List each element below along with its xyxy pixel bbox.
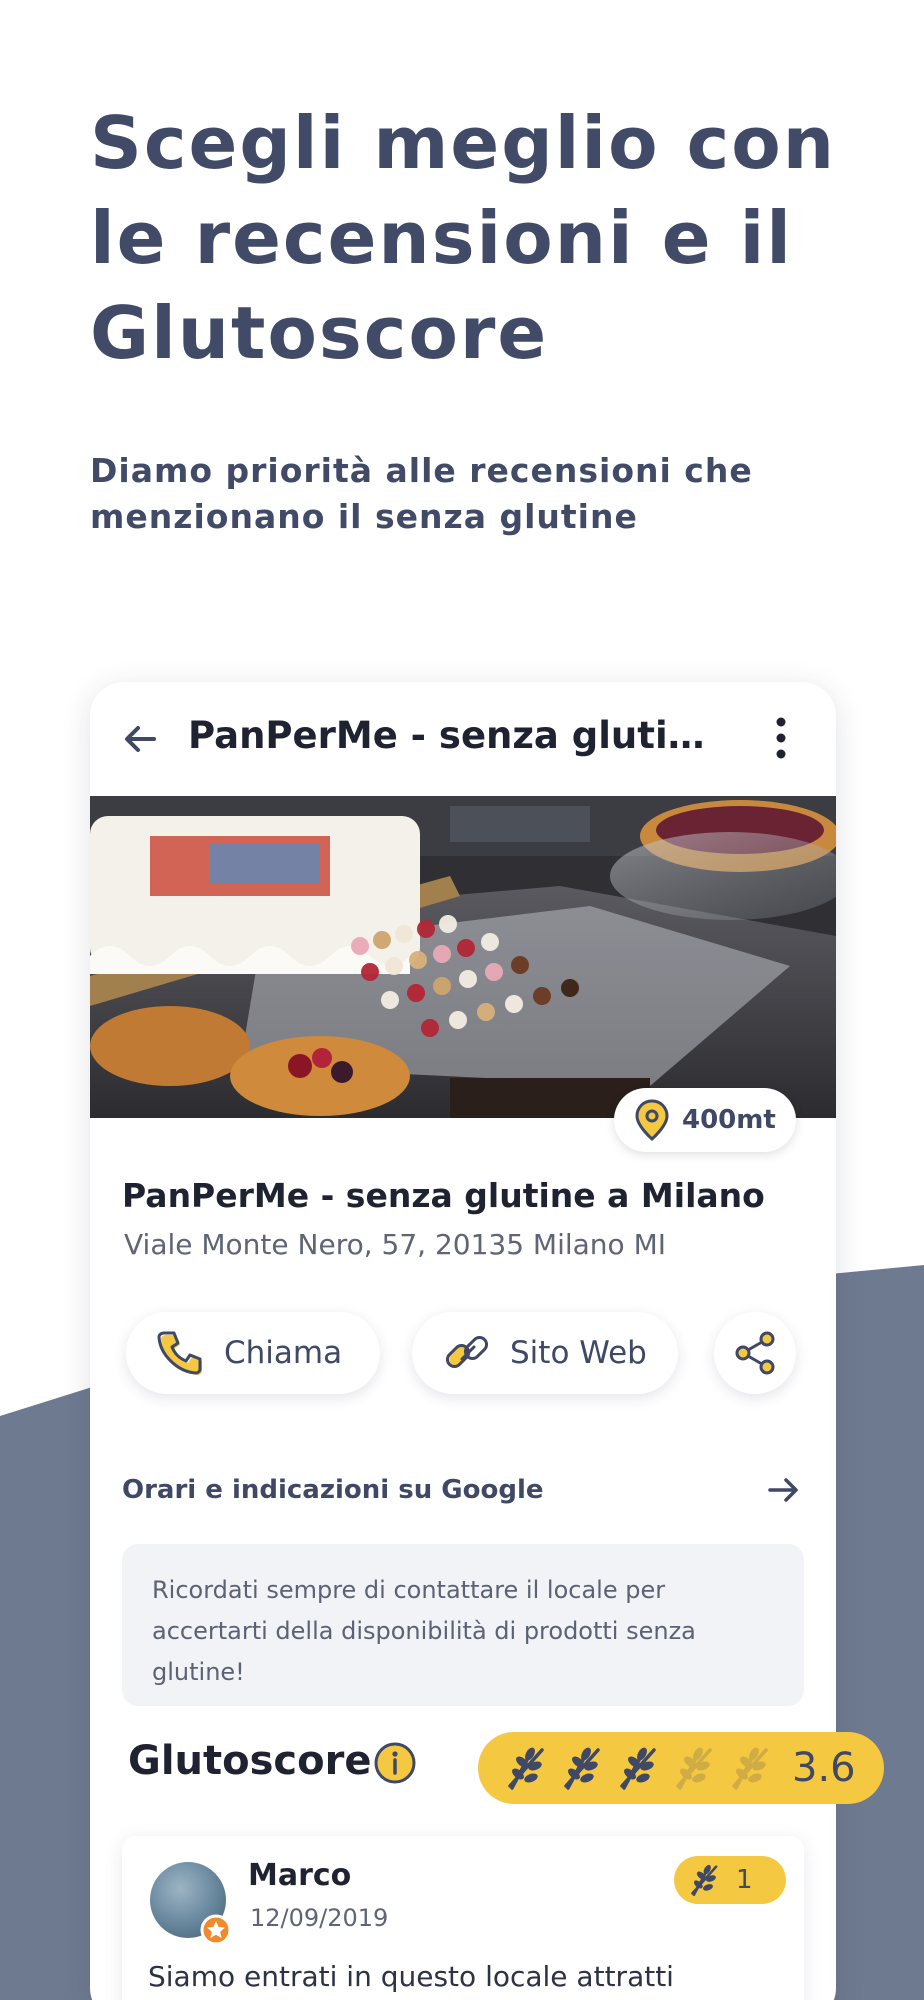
hours-link-label: Orari e indicazioni su Google [122,1475,544,1505]
crossed-wheat-icon [564,1747,600,1790]
arrow-right-icon [768,1478,798,1502]
crossed-wheat-icon [620,1747,656,1790]
place-address: Viale Monte Nero, 57, 20135 Milano MI [124,1228,666,1261]
crossed-wheat-icon [691,1864,718,1897]
share-icon [735,1331,775,1375]
more-vertical-icon[interactable] [766,712,796,764]
top-bar: PanPerMe - senza glutin... [90,682,836,796]
place-name: PanPerMe - senza glutine a Milano [122,1176,765,1215]
review-score: 1 [736,1865,753,1895]
glutoscore-rating: 3.6 [478,1732,884,1804]
share-button[interactable] [714,1312,796,1394]
review-text: Siamo entrati in questo locale attratti [148,1960,674,1993]
website-label: Sito Web [510,1335,647,1371]
crossed-wheat-icon-faded [676,1747,712,1790]
headline: Scegli meglio con le recensioni e il Glu… [90,101,837,375]
crossed-wheat-icon [508,1747,544,1790]
glutoscore-title: Glutoscore [128,1738,372,1784]
place-card: PanPerMe - senza glutin... 400mt PanPerM… [90,682,884,2000]
availability-notice: Ricordati sempre di contattare il locale… [122,1544,804,1706]
place-title: PanPerMe - senza glutin... [188,714,728,757]
hours-directions-link[interactable]: Orari e indicazioni su Google [122,1460,804,1520]
map-pin-icon [635,1099,669,1141]
info-icon[interactable] [372,1740,418,1786]
review-date: 12/09/2019 [250,1904,389,1932]
crossed-wheat-icon-faded [732,1747,768,1790]
avatar [150,1862,232,1946]
distance-badge: 400mt [614,1088,796,1152]
call-label: Chiama [224,1335,343,1371]
arrow-left-icon[interactable] [118,717,162,761]
glutoscore-value: 3.6 [792,1745,856,1791]
reviewer-name: Marco [248,1858,352,1893]
star-badge-icon [200,1914,232,1946]
website-button[interactable]: Sito Web [412,1312,678,1394]
review-card: Marco 12/09/2019 1 Siamo entrati in ques… [122,1836,804,2000]
review-score-badge: 1 [674,1856,786,1904]
distance-label: 400mt [682,1105,776,1135]
place-photo [90,796,836,1118]
phone-icon [157,1331,202,1375]
subheadline: Diamo priorità alle recensioni che menzi… [90,451,753,536]
call-button[interactable]: Chiama [126,1312,380,1394]
link-icon [445,1335,489,1369]
